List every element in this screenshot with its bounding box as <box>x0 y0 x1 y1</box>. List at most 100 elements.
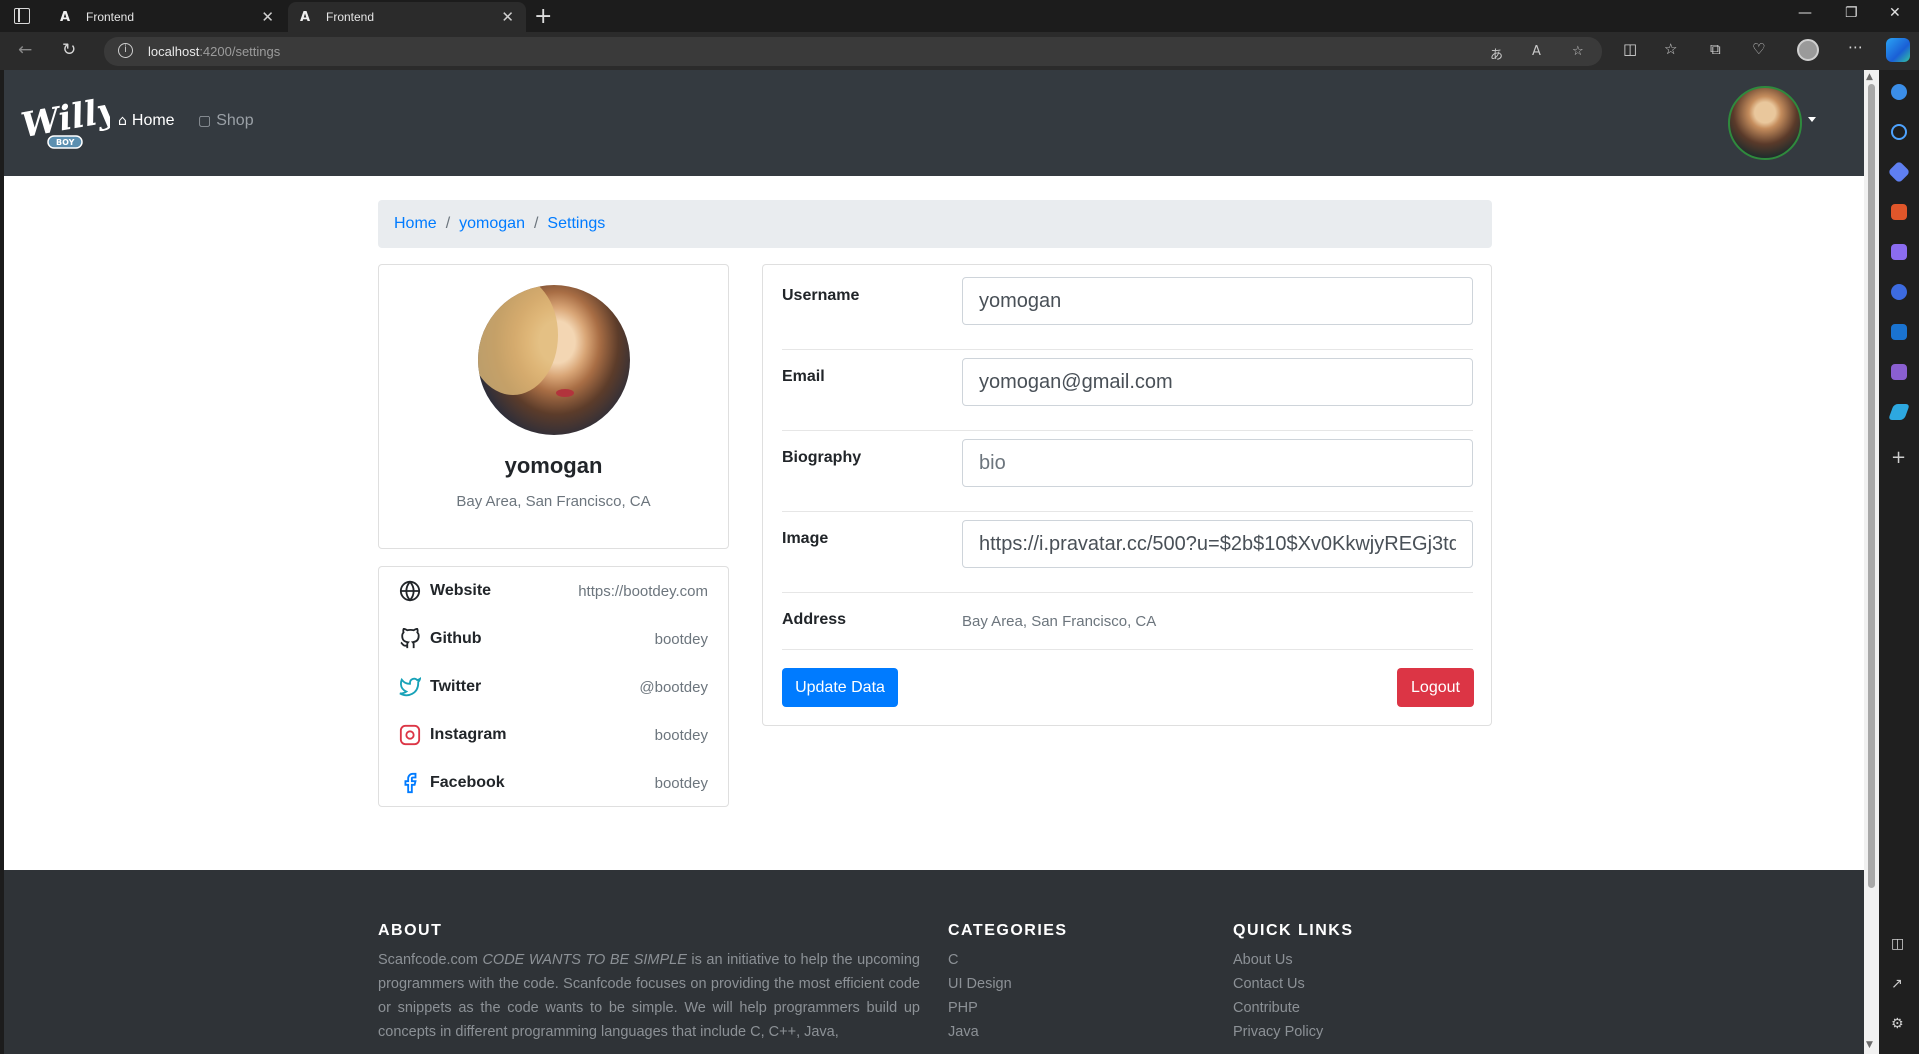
tools-icon[interactable] <box>1891 204 1907 220</box>
nav-home-label: Home <box>131 112 175 129</box>
address-label: Address <box>782 611 847 628</box>
tab-actions-icon[interactable] <box>14 8 30 24</box>
nav-shop-label: Shop <box>216 112 254 129</box>
scroll-down-icon[interactable]: ▼ <box>1866 1040 1873 1050</box>
restore-icon[interactable]: ❐ <box>1845 5 1858 21</box>
footer-categories-title: CATEGORIES <box>948 922 1068 939</box>
tab-title: Frontend <box>326 10 375 24</box>
close-tab-icon[interactable]: ✕ <box>261 8 274 26</box>
social-row-website: Website https://bootdey.com <box>379 567 728 615</box>
split-screen-icon[interactable]: ◫ <box>1623 40 1637 58</box>
tab-strip: A Frontend ✕ A Frontend ✕ + — ❐ ✕ <box>0 0 1919 32</box>
shopping-tag-icon[interactable] <box>1887 160 1911 184</box>
nav-shop-link[interactable]: ▢ Shop <box>198 112 254 130</box>
instagram-icon <box>399 724 421 746</box>
footer-quick-link[interactable]: About Us <box>1233 948 1323 972</box>
footer-category-link[interactable]: Java <box>948 1020 1012 1044</box>
close-tab-icon[interactable]: ✕ <box>501 8 514 26</box>
divider <box>782 349 1473 350</box>
github-icon <box>400 628 420 649</box>
chevron-down-icon[interactable] <box>1808 117 1816 122</box>
favorite-star-icon[interactable]: ☆ <box>1572 44 1584 59</box>
send-icon[interactable] <box>1888 404 1910 420</box>
user-avatar[interactable] <box>1728 86 1802 160</box>
notifications-icon[interactable] <box>1891 84 1907 100</box>
edge-sidebar: + ◫ ↗ ⚙ <box>1879 70 1919 1054</box>
copilot-icon[interactable] <box>1886 38 1910 62</box>
outlook-icon[interactable] <box>1891 324 1907 340</box>
update-data-button[interactable]: Update Data <box>782 668 898 707</box>
close-window-icon[interactable]: ✕ <box>1889 5 1901 21</box>
divider <box>782 592 1473 593</box>
breadcrumb-home[interactable]: Home <box>394 215 437 232</box>
svg-text:BOY: BOY <box>56 138 75 147</box>
breadcrumb-settings[interactable]: Settings <box>547 215 605 232</box>
favorites-icon[interactable]: ☆ <box>1664 40 1677 58</box>
footer-quick-links-title: QUICK LINKS <box>1233 922 1354 939</box>
collections-icon[interactable]: ⧉ <box>1710 40 1721 58</box>
footer-category-link[interactable]: UI Design <box>948 972 1012 996</box>
social-label: Github <box>430 630 482 647</box>
games-icon[interactable] <box>1891 244 1907 260</box>
image-url-input[interactable] <box>962 520 1473 568</box>
sidebar-settings-icon[interactable]: ⚙ <box>1891 1016 1904 1032</box>
social-value: https://bootdey.com <box>578 582 708 600</box>
hide-sidebar-icon[interactable]: ◫ <box>1891 936 1904 952</box>
site-footer: ABOUT Scanfcode.com CODE WANTS TO BE SIM… <box>4 870 1864 1054</box>
browser-window: A Frontend ✕ A Frontend ✕ + — ❐ ✕ ← ↻ i … <box>0 0 1919 1054</box>
search-icon[interactable] <box>1891 124 1907 140</box>
nav-home-link[interactable]: ⌂ Home <box>118 112 175 130</box>
divider <box>782 649 1473 650</box>
read-aloud-icon[interactable]: A <box>1532 44 1541 59</box>
copilot-sidebar-icon[interactable] <box>1891 284 1907 300</box>
browser-profile-icon[interactable] <box>1797 39 1819 61</box>
tab-frontend-1[interactable]: A Frontend ✕ <box>48 2 286 32</box>
translate-icon[interactable]: あ <box>1490 44 1503 63</box>
footer-about-text: Scanfcode.com CODE WANTS TO BE SIMPLE is… <box>378 952 920 1040</box>
scrollbar-thumb[interactable] <box>1868 84 1875 888</box>
divider <box>782 430 1473 431</box>
home-icon: ⌂ <box>118 113 127 129</box>
tab-frontend-2[interactable]: A Frontend ✕ <box>288 2 526 32</box>
profile-location: Bay Area, San Francisco, CA <box>456 493 651 510</box>
refresh-icon[interactable]: ↻ <box>62 40 76 60</box>
browser-essentials-icon[interactable]: ♡ <box>1752 40 1765 58</box>
profile-card: yomogan Bay Area, San Francisco, CA <box>378 264 729 549</box>
facebook-icon <box>404 772 417 794</box>
site-info-icon[interactable]: i <box>118 43 133 58</box>
more-icon[interactable]: ⋯ <box>1848 38 1863 56</box>
profile-avatar <box>478 285 630 435</box>
minimize-icon[interactable]: — <box>1798 5 1812 21</box>
footer-category-link[interactable]: C <box>948 948 1012 972</box>
external-link-icon[interactable]: ↗ <box>1891 976 1903 992</box>
footer-quick-link[interactable]: Contribute <box>1233 996 1323 1020</box>
logout-button[interactable]: Logout <box>1397 668 1474 707</box>
back-icon[interactable]: ← <box>18 40 32 60</box>
username-input[interactable] <box>962 277 1473 325</box>
page-viewport: Willy BOY ⌂ Home ▢ Shop Home / yomogan / Set… <box>4 70 1864 1054</box>
biography-input[interactable] <box>962 439 1473 487</box>
biography-label: Biography <box>782 449 862 466</box>
email-label: Email <box>782 368 825 385</box>
social-row-github: Github bootdey <box>379 615 728 663</box>
social-label: Instagram <box>430 726 507 743</box>
app-navbar: Willy BOY ⌂ Home ▢ Shop <box>4 70 1864 176</box>
address-bar[interactable]: i localhost:4200/settings あ A ☆ <box>104 37 1602 66</box>
footer-category-link[interactable]: PHP <box>948 996 1012 1020</box>
social-value: bootdey <box>654 774 708 792</box>
url-text[interactable]: localhost:4200/settings <box>148 44 280 59</box>
add-sidebar-app-icon[interactable]: + <box>1891 447 1906 468</box>
footer-about-title: ABOUT <box>378 922 443 939</box>
willy-boy-logo[interactable]: Willy BOY <box>18 84 110 160</box>
social-value: @bootdey <box>639 678 708 696</box>
profile-name: yomogan <box>504 453 603 478</box>
email-input[interactable] <box>962 358 1473 406</box>
breadcrumb-user[interactable]: yomogan <box>459 215 525 232</box>
breadcrumb: Home / yomogan / Settings <box>378 200 1492 248</box>
new-tab-icon[interactable]: + <box>534 4 552 29</box>
footer-quick-link[interactable]: Privacy Policy <box>1233 1020 1323 1044</box>
social-links-card: Website https://bootdey.com Github bootd… <box>378 566 729 807</box>
footer-quick-link[interactable]: Contact Us <box>1233 972 1323 996</box>
scroll-up-icon[interactable]: ▲ <box>1866 72 1873 82</box>
designer-icon[interactable] <box>1891 364 1907 380</box>
